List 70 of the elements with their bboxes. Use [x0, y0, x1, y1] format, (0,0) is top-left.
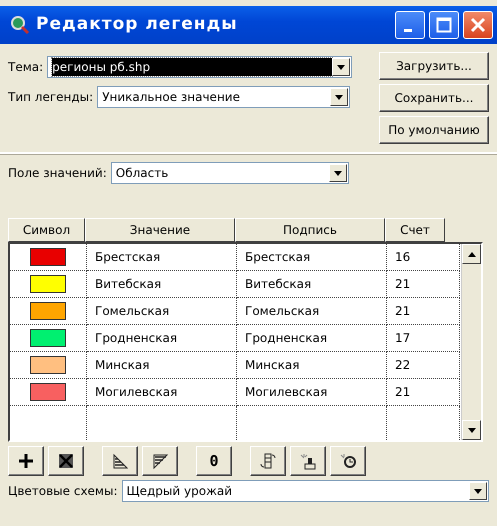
up-arrow-icon: [468, 252, 476, 256]
color-swatch[interactable]: [30, 356, 66, 374]
toolbar-button[interactable]: [250, 446, 286, 476]
table-cell: Гродненская: [87, 325, 237, 352]
table-cell: Минская: [237, 352, 387, 379]
color-swatch[interactable]: [30, 383, 66, 401]
table-cell: 17: [387, 325, 460, 352]
theme-dropdown[interactable]: регионы рб.shp: [47, 56, 352, 78]
table-cell: Витебская: [237, 271, 387, 298]
dropdown-arrow-icon: [337, 64, 346, 70]
toolbar-button[interactable]: [8, 446, 44, 476]
color-schemes-dropdown[interactable]: Щедрый урожай: [122, 480, 489, 502]
table-cell: Брестская: [87, 244, 237, 271]
magnifier-icon: [10, 15, 30, 35]
table-cell: Могилевская: [237, 379, 387, 406]
table-cell: 16: [387, 244, 460, 271]
scroll-up-button[interactable]: [462, 244, 481, 264]
table-cell: Гродненская: [237, 325, 387, 352]
delete-icon: [57, 452, 75, 470]
toolbar-button[interactable]: [48, 446, 84, 476]
maximize-button[interactable]: [429, 11, 459, 39]
legend-type-dropdown[interactable]: Уникальное значение: [97, 86, 350, 108]
color-swatch[interactable]: [30, 329, 66, 347]
refresh-icon: [339, 452, 357, 470]
column-header[interactable]: Значение: [85, 218, 235, 242]
dialog-button[interactable]: По умолчанию: [379, 116, 489, 144]
zero-button[interactable]: 0: [196, 446, 232, 476]
toolbar-button[interactable]: [290, 446, 326, 476]
sort-descending-icon: [151, 452, 169, 470]
toolbar-button[interactable]: [102, 446, 138, 476]
minimize-icon: [404, 28, 412, 32]
maximize-icon: [436, 17, 452, 33]
scroll-down-button[interactable]: [462, 420, 481, 440]
minimize-button[interactable]: [395, 11, 425, 39]
table-cell: Гомельская: [87, 298, 237, 325]
dialog-button[interactable]: Загрузить...: [379, 52, 489, 80]
column-header[interactable]: Счет: [385, 218, 445, 242]
dropdown-arrow-icon: [334, 170, 342, 176]
window-title: Редактор легенды: [36, 13, 238, 36]
color-swatch[interactable]: [30, 275, 66, 293]
table-cell: Могилевская: [87, 379, 237, 406]
table-cell: 21: [387, 379, 460, 406]
dropdown-arrow-icon: [335, 94, 344, 100]
table-cell: Минская: [87, 352, 237, 379]
table-cell: 21: [387, 298, 460, 325]
toolbar-button[interactable]: [142, 446, 178, 476]
dialog-button[interactable]: Сохранить...: [379, 84, 489, 112]
color-swatch[interactable]: [30, 248, 66, 266]
dropdown-arrow-icon: [474, 488, 482, 494]
value-field-dropdown[interactable]: Область: [110, 162, 349, 184]
table-cell: Брестская: [237, 244, 387, 271]
close-icon: [470, 17, 486, 33]
value-field-label: Поле значений:: [8, 165, 107, 182]
table-cell: Гомельская: [237, 298, 387, 325]
table-cell: 22: [387, 352, 460, 379]
color-schemes-label: Цветовые схемы:: [8, 483, 118, 500]
reverse-order-icon: [259, 452, 277, 470]
symbol-icon: [299, 452, 317, 470]
legend-type-label: Тип легенды:: [8, 89, 94, 106]
column-header[interactable]: Символ: [8, 218, 85, 242]
column-header[interactable]: Подпись: [235, 218, 385, 242]
sort-ascending-icon: [111, 452, 129, 470]
theme-label: Тема:: [8, 59, 44, 76]
dropdown-arrow-icon: [468, 428, 476, 432]
table-cell: 21: [387, 271, 460, 298]
add-icon: [17, 452, 35, 470]
toolbar-button[interactable]: [330, 446, 366, 476]
close-button[interactable]: [463, 11, 493, 39]
color-swatch[interactable]: [30, 302, 66, 320]
table-cell: Витебская: [87, 271, 237, 298]
